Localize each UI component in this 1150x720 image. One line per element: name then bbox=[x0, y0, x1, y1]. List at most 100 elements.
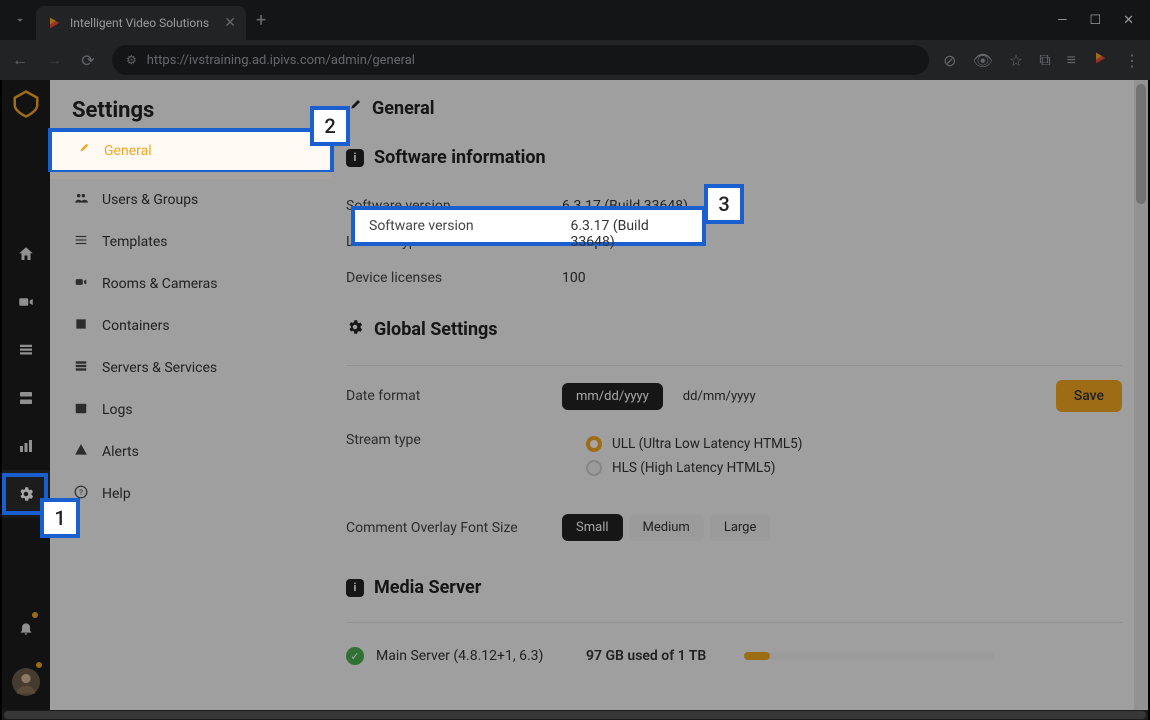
servers-icon bbox=[72, 359, 90, 377]
rail-slides-icon[interactable] bbox=[2, 326, 50, 374]
sidebar-item-label: Help bbox=[102, 486, 131, 502]
info-value: 100 bbox=[562, 270, 586, 286]
radio-selected-icon bbox=[586, 436, 602, 452]
content-area: Settings General Users & Groups Template… bbox=[50, 80, 1148, 714]
callout-number-2: 2 bbox=[310, 106, 350, 146]
section-title: Media Server bbox=[374, 577, 481, 598]
date-format-option-0[interactable]: mm/dd/yyyy bbox=[562, 383, 663, 410]
scrollbar-thumb[interactable] bbox=[1136, 84, 1146, 204]
divider bbox=[346, 622, 1122, 623]
scrollbar-thumb[interactable] bbox=[4, 711, 1146, 719]
save-button[interactable]: Save bbox=[1056, 380, 1122, 412]
rail-server-icon[interactable] bbox=[2, 374, 50, 422]
sidebar-item-label: Alerts bbox=[102, 444, 139, 460]
site-settings-icon[interactable]: ⚙ bbox=[126, 53, 137, 67]
info-icon: i bbox=[346, 149, 364, 167]
reading-list-icon[interactable]: ≡ bbox=[1067, 50, 1076, 70]
sidebar-item-label: Containers bbox=[102, 318, 170, 334]
sidebar-item-help[interactable]: ? Help bbox=[50, 473, 332, 515]
stream-type-option-ull[interactable]: ULL (Ultra Low Latency HTML5) bbox=[562, 432, 802, 456]
rail-home-icon[interactable] bbox=[2, 230, 50, 278]
rail-notifications-icon[interactable] bbox=[2, 604, 50, 652]
setting-label: Stream type bbox=[346, 432, 562, 448]
info-row-device-licenses: Device licenses 100 bbox=[346, 260, 1122, 296]
address-bar[interactable]: ⚙ https://ivstraining.ad.ipivs.com/admin… bbox=[112, 45, 929, 75]
sidebar-item-label: Servers & Services bbox=[102, 360, 217, 376]
section-global-settings: Global Settings bbox=[346, 318, 1122, 341]
sidebar-item-templates[interactable]: Templates bbox=[50, 221, 332, 263]
font-size-option-large[interactable]: Large bbox=[710, 514, 771, 541]
radio-unselected-icon bbox=[586, 460, 602, 476]
rail-chart-icon[interactable] bbox=[2, 422, 50, 470]
window-maximize-icon[interactable]: ☐ bbox=[1089, 13, 1101, 28]
callout-number-3: 3 bbox=[704, 184, 744, 224]
callout-number-1: 1 bbox=[40, 498, 80, 538]
setting-date-format: Date format mm/dd/yyyy dd/mm/yyyy Save bbox=[346, 370, 1122, 422]
setting-label: Date format bbox=[346, 388, 562, 404]
media-server-row: ✓ Main Server (4.8.12+1, 6.3) 97 GB used… bbox=[346, 627, 1122, 671]
usage-progress-bar bbox=[744, 652, 994, 660]
sidebar-item-servers-services[interactable]: Servers & Services bbox=[50, 347, 332, 389]
tab-close-icon[interactable]: ✕ bbox=[224, 15, 236, 31]
browser-tab[interactable]: Intelligent Video Solutions ✕ bbox=[36, 6, 246, 40]
radio-label: ULL (Ultra Low Latency HTML5) bbox=[612, 436, 802, 452]
sidebar-item-rooms-cameras[interactable]: Rooms & Cameras bbox=[50, 263, 332, 305]
camera-icon bbox=[72, 275, 90, 293]
sidebar-item-label: Users & Groups bbox=[102, 192, 198, 208]
section-software-info: i Software information bbox=[346, 147, 1122, 168]
back-button[interactable]: ← bbox=[10, 50, 30, 70]
alert-icon bbox=[72, 443, 90, 461]
sidebar-item-label: Logs bbox=[102, 402, 133, 418]
tab-favicon bbox=[46, 15, 62, 31]
page-title: General bbox=[372, 98, 435, 119]
vertical-scrollbar[interactable] bbox=[1134, 80, 1148, 714]
sidebar-item-label: Rooms & Cameras bbox=[102, 276, 218, 292]
window-close-icon[interactable]: ✕ bbox=[1123, 13, 1134, 28]
info-label: Device licenses bbox=[346, 270, 562, 286]
browser-menu-icon[interactable]: ⋮ bbox=[1124, 51, 1140, 70]
divider bbox=[346, 365, 1122, 366]
box-icon bbox=[72, 317, 90, 335]
setting-comment-font-size: Comment Overlay Font Size Small Medium L… bbox=[346, 504, 1122, 551]
password-icon[interactable]: ⊘ bbox=[943, 51, 956, 70]
media-server-usage: 97 GB used of 1 TB bbox=[586, 648, 726, 664]
app-launcher-icon[interactable] bbox=[1092, 50, 1108, 70]
browser-tab-strip: Intelligent Video Solutions ✕ + — ☐ ✕ bbox=[0, 0, 1150, 40]
horizontal-scrollbar[interactable] bbox=[2, 710, 1148, 720]
status-ok-icon: ✓ bbox=[346, 647, 364, 665]
settings-sidebar: Settings General Users & Groups Template… bbox=[50, 80, 332, 714]
sidebar-item-alerts[interactable]: Alerts bbox=[50, 431, 332, 473]
calendar-icon bbox=[72, 401, 90, 419]
list-icon bbox=[72, 233, 90, 251]
forward-button[interactable]: → bbox=[44, 50, 64, 70]
stream-type-option-hls[interactable]: HLS (High Latency HTML5) bbox=[562, 456, 802, 480]
new-tab-button[interactable]: + bbox=[256, 10, 266, 31]
incognito-icon[interactable]: 👁 bbox=[973, 51, 993, 70]
app-logo[interactable] bbox=[10, 88, 42, 120]
users-icon bbox=[72, 191, 90, 209]
rail-avatar[interactable] bbox=[2, 658, 50, 706]
window-minimize-icon[interactable]: — bbox=[1057, 13, 1067, 28]
info-icon: i bbox=[346, 579, 364, 597]
font-size-option-small[interactable]: Small bbox=[562, 514, 623, 541]
sidebar-item-containers[interactable]: Containers bbox=[50, 305, 332, 347]
rail-video-icon[interactable] bbox=[2, 278, 50, 326]
reload-button[interactable]: ⟳ bbox=[78, 51, 98, 70]
sidebar-item-label: Templates bbox=[102, 234, 168, 250]
main-panel: General i Software information Software … bbox=[332, 80, 1148, 714]
bookmark-icon[interactable]: ☆ bbox=[1009, 51, 1023, 70]
date-format-option-1[interactable]: dd/mm/yyyy bbox=[669, 383, 770, 410]
sidebar-item-users-groups[interactable]: Users & Groups bbox=[50, 179, 332, 221]
section-media-server: i Media Server bbox=[346, 577, 1122, 598]
app-left-rail bbox=[2, 80, 50, 714]
section-title: Software information bbox=[374, 147, 546, 168]
svg-text:?: ? bbox=[79, 488, 83, 497]
sidebar-item-logs[interactable]: Logs bbox=[50, 389, 332, 431]
url-text: https://ivstraining.ad.ipivs.com/admin/g… bbox=[147, 53, 415, 68]
callout-box-2: General bbox=[48, 128, 334, 172]
font-size-option-medium[interactable]: Medium bbox=[629, 514, 704, 541]
radio-label: HLS (High Latency HTML5) bbox=[612, 460, 775, 476]
extensions-icon[interactable]: ⧉ bbox=[1039, 50, 1050, 70]
setting-label: Comment Overlay Font Size bbox=[346, 520, 562, 536]
tab-search-dropdown[interactable] bbox=[8, 8, 32, 32]
